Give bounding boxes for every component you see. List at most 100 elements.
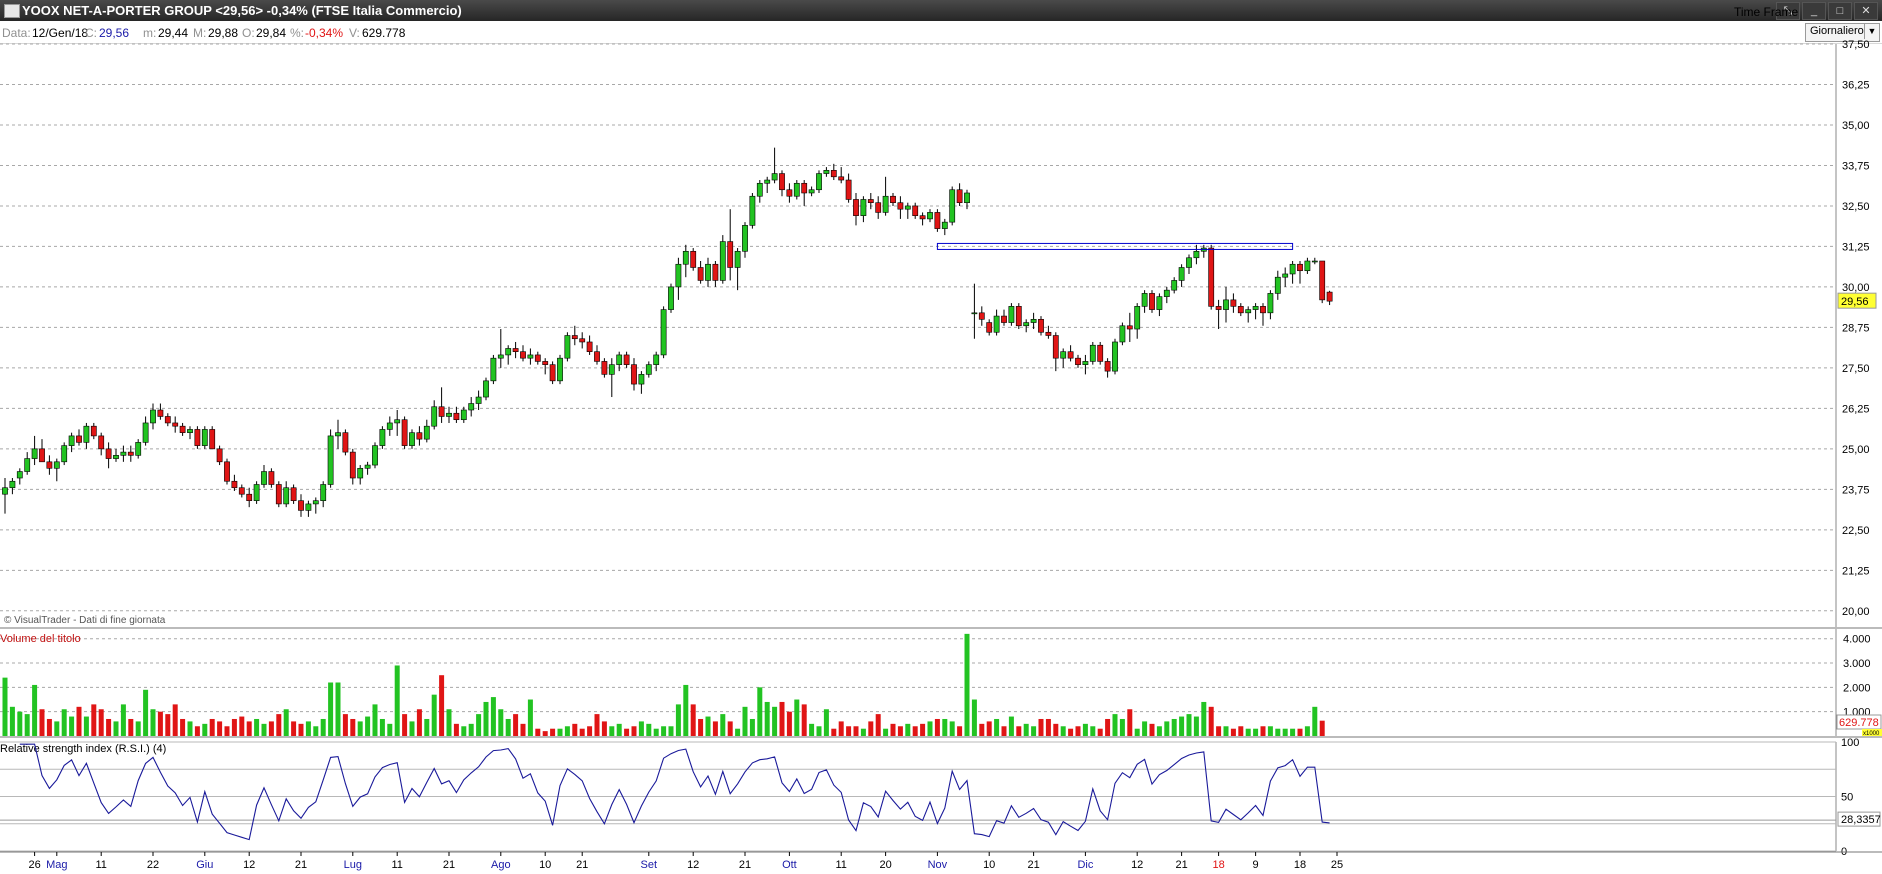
volume-bar <box>742 706 748 736</box>
volume-tick-label: 2.000 <box>1843 682 1871 694</box>
volume-bar <box>646 723 652 736</box>
volume-bar <box>631 726 637 736</box>
volume-bar <box>957 726 963 736</box>
volume-bar <box>498 709 504 736</box>
candle-body <box>1297 263 1303 272</box>
volume-bar <box>224 726 230 736</box>
price-tick-label: 25,00 <box>1842 444 1870 456</box>
candle-body <box>46 461 53 469</box>
candle-body <box>638 374 645 385</box>
x-tick-label: Nov <box>928 859 948 871</box>
volume-bar <box>994 718 1000 736</box>
candle-body <box>135 442 142 456</box>
candle-body <box>608 364 615 375</box>
candle-body <box>24 458 31 472</box>
x-tick-label: 21 <box>295 859 307 871</box>
candle-body <box>312 500 319 505</box>
candle-body <box>1001 315 1007 323</box>
volume-bar <box>1304 726 1310 736</box>
candle-body <box>231 480 238 489</box>
candle-body <box>1186 257 1192 268</box>
volume-bar <box>779 701 785 736</box>
candle-body <box>1104 361 1111 372</box>
volume-bar <box>764 701 770 736</box>
volume-bar <box>172 704 178 736</box>
volume-bar <box>920 723 926 736</box>
candle-body <box>1289 263 1296 275</box>
candle-body <box>1178 267 1185 281</box>
volume-bar <box>890 723 896 736</box>
candle-body <box>320 484 327 501</box>
volume-bar <box>1097 728 1103 736</box>
candle-body <box>61 445 68 463</box>
candle-body <box>357 467 364 479</box>
volume-bar <box>587 726 593 736</box>
candle-body <box>986 322 993 333</box>
candle-body <box>1267 293 1274 314</box>
volume-bar <box>875 714 881 736</box>
candle-body <box>90 425 97 437</box>
candle-body <box>68 435 75 446</box>
volume-bar <box>17 711 23 736</box>
candle-body <box>1126 325 1133 330</box>
volume-bar <box>69 716 75 736</box>
candle-body <box>705 263 711 281</box>
candle-body <box>875 202 882 213</box>
volume-bar <box>143 689 149 736</box>
volume-bar <box>801 704 807 736</box>
candle-body <box>261 471 267 485</box>
candle-body <box>838 176 845 181</box>
candle-body <box>860 199 867 216</box>
candle-body <box>1326 291 1333 302</box>
volume-bar <box>616 723 622 736</box>
candle-body <box>475 396 482 404</box>
volume-bar <box>1253 728 1259 736</box>
candle-body <box>853 199 859 216</box>
candle-body <box>275 484 282 505</box>
volume-bar <box>439 675 445 736</box>
x-tick-label: Lug <box>344 859 362 871</box>
candle-body <box>601 361 608 375</box>
volume-bar <box>476 714 482 736</box>
last-price-label: 29,56 <box>1841 296 1869 308</box>
candle-body <box>564 335 571 359</box>
candle-body <box>1075 357 1081 365</box>
candle-body <box>616 354 623 365</box>
candle-body <box>1193 250 1200 259</box>
candle-body <box>675 263 682 288</box>
volume-bar <box>2 677 8 736</box>
rsi-last-label: 28,3357 <box>1841 814 1881 826</box>
candle-body <box>1156 296 1163 310</box>
volume-bar <box>1127 709 1133 736</box>
candle-body <box>912 205 919 216</box>
chart-canvas[interactable]: 37,50 36,25 35,00 33,75 32,50 31,25 30,00 28,75… <box>0 0 1882 874</box>
last-volume-label: 629.778 <box>1839 717 1879 729</box>
candle-body <box>505 348 512 356</box>
candle-body <box>253 484 260 501</box>
candle-body <box>1097 344 1104 362</box>
candle-body <box>557 357 563 382</box>
volume-bar <box>431 694 437 736</box>
candle-body <box>483 380 489 398</box>
candle-body <box>386 422 393 430</box>
candle-body <box>127 451 134 456</box>
volume-bar <box>83 716 89 736</box>
candle-body <box>549 364 556 382</box>
candle-body <box>438 406 445 417</box>
candle-body <box>1089 344 1096 362</box>
volume-bar <box>291 721 297 736</box>
volume-bar <box>520 723 526 736</box>
volume-bar <box>971 699 977 736</box>
volume-bar <box>150 709 156 736</box>
volume-bar <box>261 723 267 736</box>
candle-body <box>179 425 186 433</box>
candle-body <box>283 487 290 505</box>
candle-body <box>460 409 467 421</box>
candle-body <box>927 212 933 220</box>
candle-body <box>956 189 963 204</box>
candle-body <box>142 422 149 443</box>
volume-bar <box>1245 728 1251 736</box>
candle-body <box>446 412 452 417</box>
volume-bar <box>557 728 563 736</box>
candle-body <box>542 361 549 365</box>
